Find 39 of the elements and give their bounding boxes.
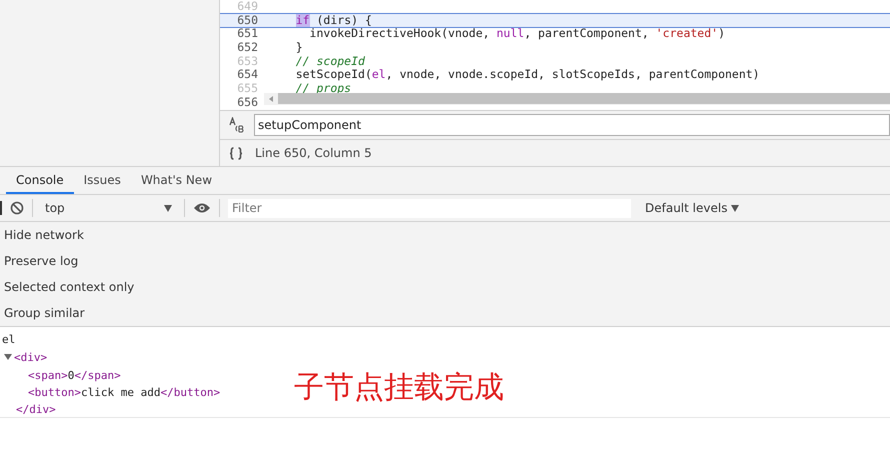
annotation-text: 子节点挂载完成 (294, 369, 504, 407)
line-number: 655 (236, 82, 259, 96)
console-setting[interactable]: Selected context only (0, 274, 890, 300)
eye-icon[interactable] (193, 202, 211, 214)
pretty-print-icon[interactable] (229, 146, 243, 160)
line-number: 651 (236, 27, 259, 42)
code-line: setScopeId(el, vnode, vnode.scopeId, slotScopeIds, parentComponent) (294, 68, 760, 82)
console-setting[interactable]: Preserve log (0, 248, 890, 274)
clear-console-icon[interactable] (10, 201, 24, 215)
cursor-position: Line 650, Column 5 (255, 146, 372, 160)
console-setting[interactable]: Hide network (0, 222, 890, 248)
element-node[interactable]: <button>click me add</button> (28, 384, 220, 401)
element-tag: </div> (16, 403, 56, 416)
search-field[interactable]: setupComponent (254, 114, 890, 136)
caret-icon (731, 204, 740, 212)
console-output: el (1, 332, 16, 348)
context-dropdown[interactable]: top (41, 201, 176, 215)
caret-icon (164, 204, 172, 212)
panel-tab[interactable]: Issues (74, 167, 131, 194)
levels-dropdown[interactable]: Default levels (639, 200, 746, 216)
line-number: 649 (236, 0, 259, 14)
code-line: // props (294, 82, 352, 96)
code-line: } (294, 41, 303, 55)
line-number: 656 (236, 96, 259, 110)
code-line: // scopeId (294, 54, 365, 68)
horizontal-scrollbar[interactable] (264, 92, 890, 105)
panel-tab[interactable]: What's New (130, 167, 222, 194)
element-tag[interactable]: <div> (14, 351, 48, 364)
line-number: 652 (236, 41, 259, 55)
line-number: 654 (236, 68, 259, 82)
code-line: if (dirs) { (294, 14, 372, 28)
case-sensitive-icon[interactable] (228, 117, 246, 133)
line-number: 653 (236, 54, 259, 68)
line-number: 650 (236, 14, 259, 28)
code-line: invokeDirectiveHook(vnode, null, parentComponent, 'created') (308, 27, 725, 42)
console-setting[interactable]: Group similar (0, 300, 890, 326)
expand-triangle-icon[interactable] (4, 353, 12, 361)
element-node[interactable]: <span>0</span> (28, 367, 121, 384)
filter-field[interactable]: Filter (228, 198, 631, 218)
